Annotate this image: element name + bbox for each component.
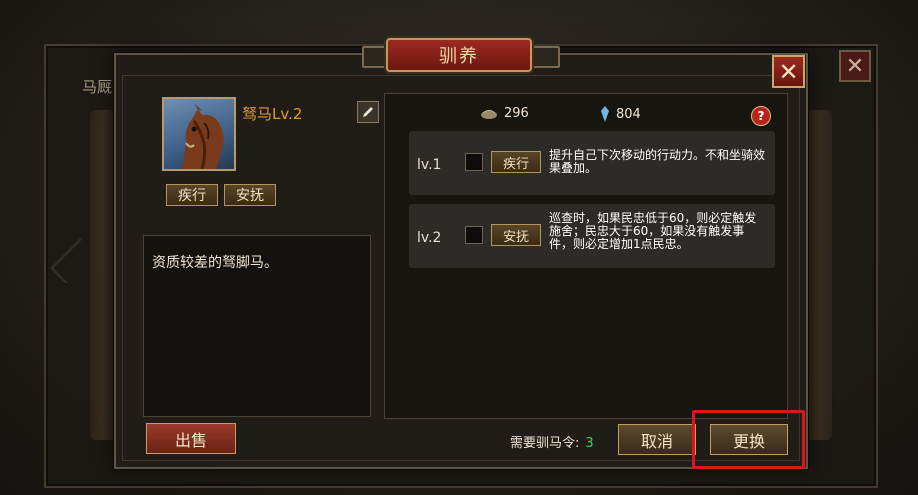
required-token-count: 3 [585, 436, 594, 451]
help-icon[interactable]: ? [751, 106, 771, 126]
forage-count: 296 [504, 106, 529, 121]
forage-resource: 296 [480, 106, 529, 121]
sell-button[interactable]: 出售 [146, 423, 236, 454]
horse-icon [182, 103, 224, 169]
close-button[interactable]: ✕ [772, 55, 805, 88]
dialog-title: 驯养 [386, 38, 532, 72]
skill-button-soothe[interactable]: 安抚 [491, 224, 541, 246]
title-ornament-right [528, 46, 560, 68]
skill-checkbox-2[interactable] [465, 226, 483, 244]
skill-description: 提升自己下次移动的行动力。不和坐骑效果叠加。 [549, 148, 766, 175]
cancel-button[interactable]: 取消 [618, 424, 696, 455]
horse-name: 驽马Lv.2 [242, 105, 303, 123]
highlight-box [692, 410, 805, 469]
crystal-icon [601, 106, 609, 122]
horse-portrait [162, 97, 236, 171]
horse-description: 资质较差的驽脚马。 [152, 255, 278, 271]
skill-row-2: lv.2 安抚 巡查时，如果民忠低于60，则必定触发施舍；民忠大于60，如果没有… [409, 204, 775, 268]
pencil-icon [363, 107, 373, 117]
edit-name-button[interactable] [357, 101, 379, 123]
decor-pillar-left [90, 110, 116, 440]
stable-close-button[interactable]: ✕ [839, 50, 871, 82]
skill-level: lv.1 [417, 157, 442, 173]
crystal-count: 804 [616, 106, 641, 122]
stable-window-title: 马厩 [82, 78, 113, 96]
tag-soothe[interactable]: 安抚 [224, 184, 276, 206]
tag-gallop[interactable]: 疾行 [166, 184, 218, 206]
skill-checkbox-1[interactable] [465, 153, 483, 171]
forage-icon [481, 109, 497, 119]
crystal-resource: 804 [600, 106, 641, 122]
skill-level: lv.2 [417, 230, 442, 246]
required-token: 需要驯马令: 3 [510, 432, 594, 451]
skill-description: 巡查时，如果民忠低于60，则必定触发施舍；民忠大于60，如果没有触发事件，则必定… [549, 211, 757, 251]
skill-row-1: lv.1 疾行 提升自己下次移动的行动力。不和坐骑效果叠加。 [409, 131, 775, 195]
skill-button-gallop[interactable]: 疾行 [491, 151, 541, 173]
required-token-label: 需要驯马令: [510, 436, 580, 451]
decor-pillar-right [806, 110, 832, 440]
